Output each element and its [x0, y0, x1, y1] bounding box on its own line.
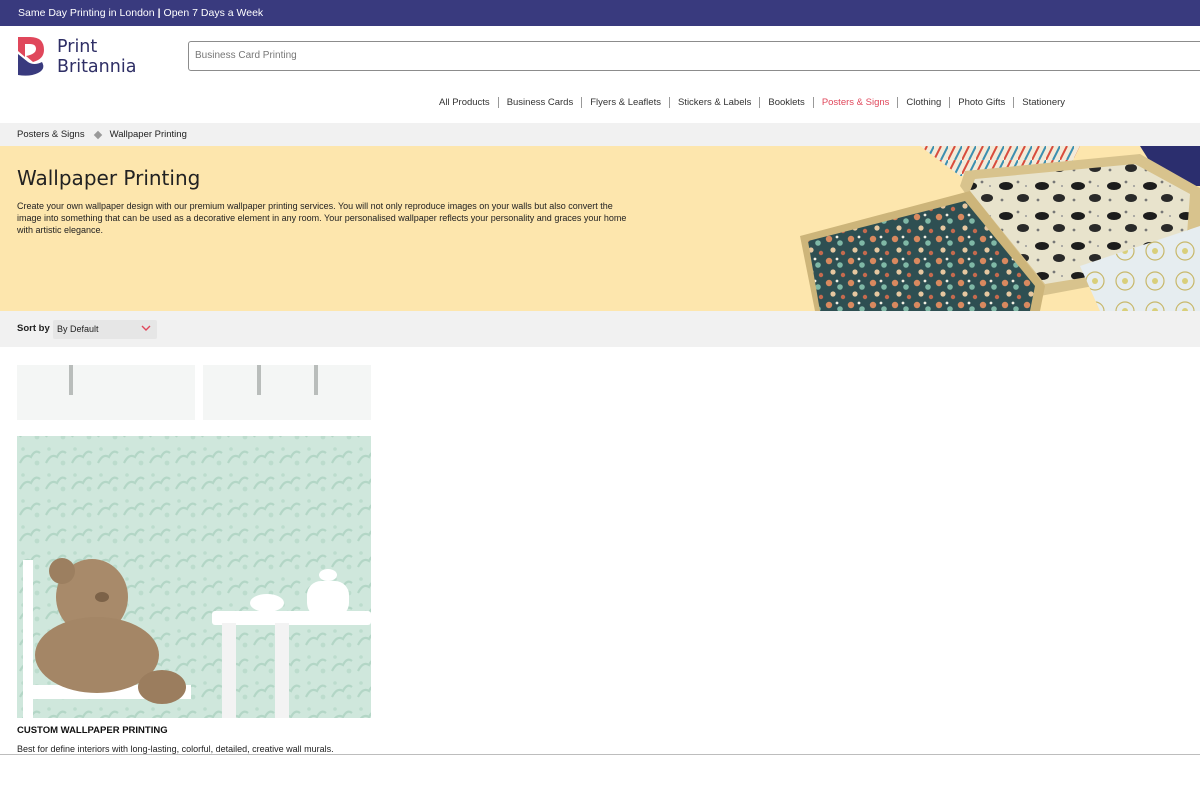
nav-flyers-leaflets[interactable]: Flyers & Leaflets [582, 97, 669, 108]
page-title: Wallpaper Printing [17, 166, 201, 190]
category-description: Create your own wallpaper design with ou… [17, 201, 627, 235]
nav-photo-gifts[interactable]: Photo Gifts [950, 97, 1013, 108]
breadcrumb-parent-link[interactable]: Posters & Signs [17, 123, 85, 146]
site-logo[interactable]: Print Britannia [16, 34, 156, 80]
breadcrumb: Posters & Signs Wallpaper Printing [0, 123, 1200, 146]
sort-selected-value: By Default [57, 324, 99, 334]
logo-line-1: Print [57, 37, 98, 57]
product-title[interactable]: CUSTOM WALLPAPER PRINTING [17, 725, 168, 736]
logo-line-2: Britannia [57, 57, 137, 77]
product-description: Best for define interiors with long-last… [17, 744, 334, 754]
nav-business-cards[interactable]: Business Cards [499, 97, 582, 108]
nav-all-products[interactable]: All Products [431, 97, 498, 108]
category-hero: Wallpaper Printing Create your own wallp… [0, 146, 1200, 311]
hero-wallpaper-samples-image [800, 146, 1200, 311]
product-card[interactable]: CUSTOM WALLPAPER PRINTING Best for defin… [17, 365, 371, 754]
announcement-text-2: Open 7 Days a Week [163, 7, 264, 19]
search-input[interactable]: Business Card Printing [188, 41, 1200, 71]
product-image[interactable] [17, 365, 371, 718]
page-divider [0, 754, 1200, 755]
sort-label: Sort by [17, 323, 50, 334]
nav-booklets[interactable]: Booklets [760, 97, 812, 108]
announcement-text-1: Same Day Printing in London [18, 7, 155, 19]
chevron-down-icon [141, 325, 151, 331]
breadcrumb-separator-icon [93, 130, 102, 139]
announcement-bar: Same Day Printing in London | Open 7 Days … [0, 0, 1200, 26]
nav-stickers-labels[interactable]: Stickers & Labels [670, 97, 759, 108]
nav-posters-signs[interactable]: Posters & Signs [814, 97, 898, 108]
sort-select[interactable]: By Default [53, 320, 157, 339]
announcement-separator: | [157, 7, 161, 19]
sort-toolbar: Sort by By Default [0, 311, 1200, 347]
site-header: Print Britannia Business Card Printing A… [0, 26, 1200, 123]
logo-mark-icon [18, 37, 44, 76]
nav-clothing[interactable]: Clothing [898, 97, 949, 108]
nav-stationery[interactable]: Stationery [1014, 97, 1073, 108]
main-nav: All Products Business Cards Flyers & Lea… [431, 97, 1073, 108]
logo-wordmark: Print Britannia [57, 37, 136, 77]
breadcrumb-current: Wallpaper Printing [109, 129, 187, 140]
